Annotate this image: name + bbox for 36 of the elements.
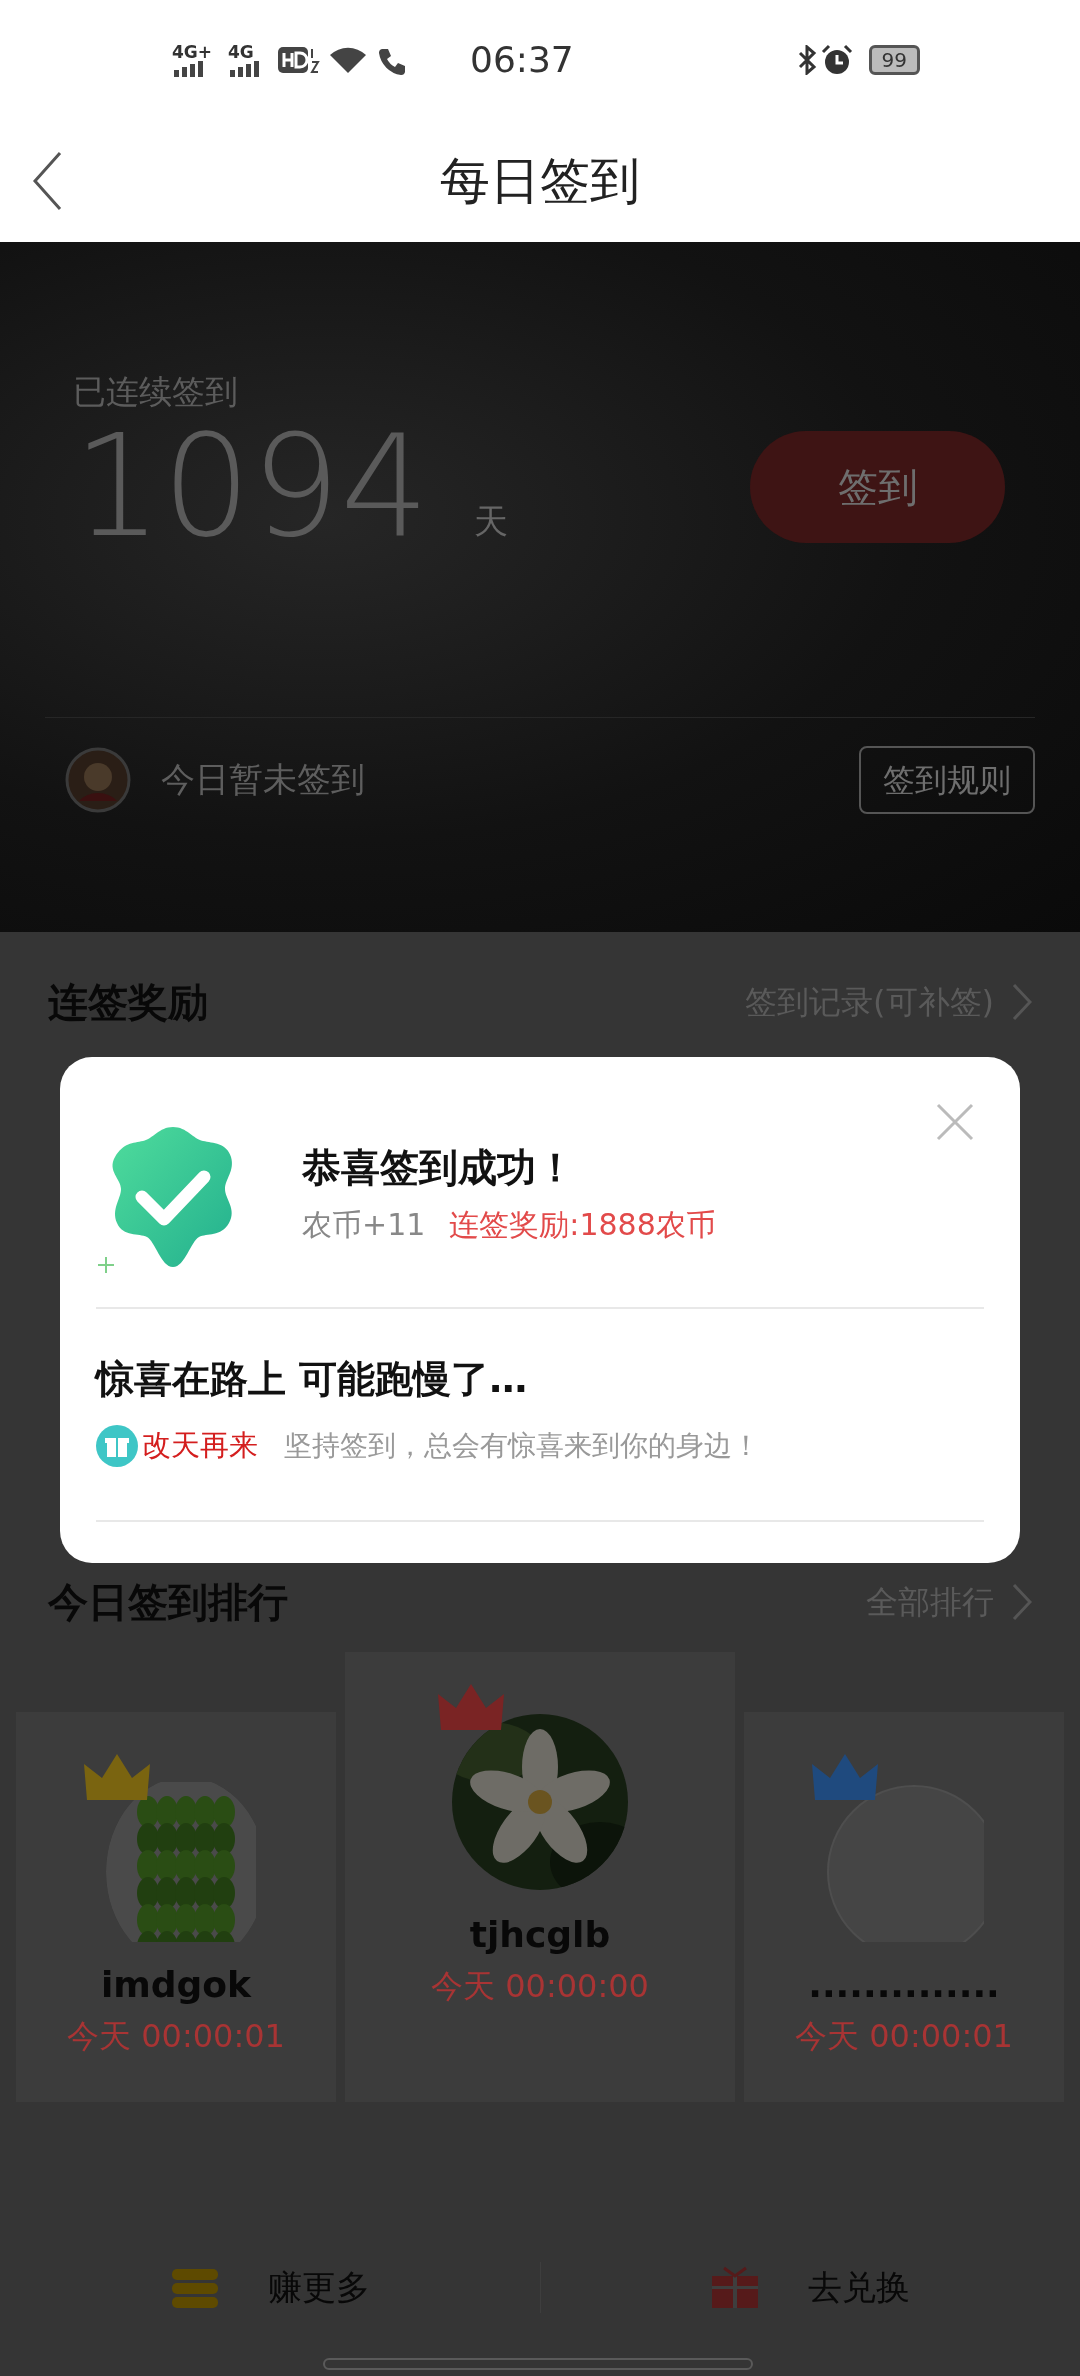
encourage-message: 坚持签到，总会有惊喜来到你的身边！: [284, 1427, 760, 1464]
streak-count: 1094: [73, 416, 430, 557]
page-title: 每日签到: [440, 150, 640, 212]
signal-icon: [172, 60, 206, 77]
sign-in-time: 今天 00:00:00: [431, 1966, 649, 2007]
sign-in-button[interactable]: 签到: [750, 430, 1005, 543]
coins-icon: [169, 2266, 220, 2309]
bluetooth-icon: [796, 45, 817, 75]
hd-icon: [278, 45, 321, 75]
alarm-icon: [820, 44, 853, 76]
streak-bonus: 连签奖励:1888农币: [449, 1205, 716, 1244]
close-icon[interactable]: [936, 1103, 974, 1141]
sign-in-time: 今天 00:00:01: [67, 2016, 285, 2057]
chevron-icon: [1012, 1583, 1032, 1621]
back-icon[interactable]: [32, 151, 62, 211]
sparkle-icon: [98, 1257, 114, 1273]
sign-in-time: 今天 00:00:01: [795, 2016, 1013, 2057]
status-time: 06:37: [470, 38, 574, 82]
rules-button[interactable]: 签到规则: [859, 745, 1035, 814]
avatar-icon: [65, 746, 131, 813]
gift-icon: [96, 1424, 138, 1467]
sign-status-text: 今日暂未签到: [161, 758, 365, 801]
success-title: 恭喜签到成功！: [302, 1144, 576, 1192]
network-label: 4G: [228, 43, 254, 61]
network-label: 4G+: [172, 43, 213, 61]
chevron-icon: [1012, 983, 1032, 1021]
user-name: ..............: [808, 1963, 1000, 2007]
surprise-heading: 惊喜在路上 可能跑慢了…: [96, 1356, 529, 1403]
retry-tag: 改天再来: [142, 1424, 258, 1468]
unit-label: 天: [474, 499, 509, 543]
gift-icon: [710, 2265, 761, 2310]
home-indicator[interactable]: [323, 2358, 753, 2370]
wifi-icon: [328, 45, 369, 75]
coin-reward: 农币+11: [302, 1205, 426, 1244]
streak-label: 已连续签到: [72, 371, 239, 413]
battery-level: 99: [868, 45, 920, 75]
